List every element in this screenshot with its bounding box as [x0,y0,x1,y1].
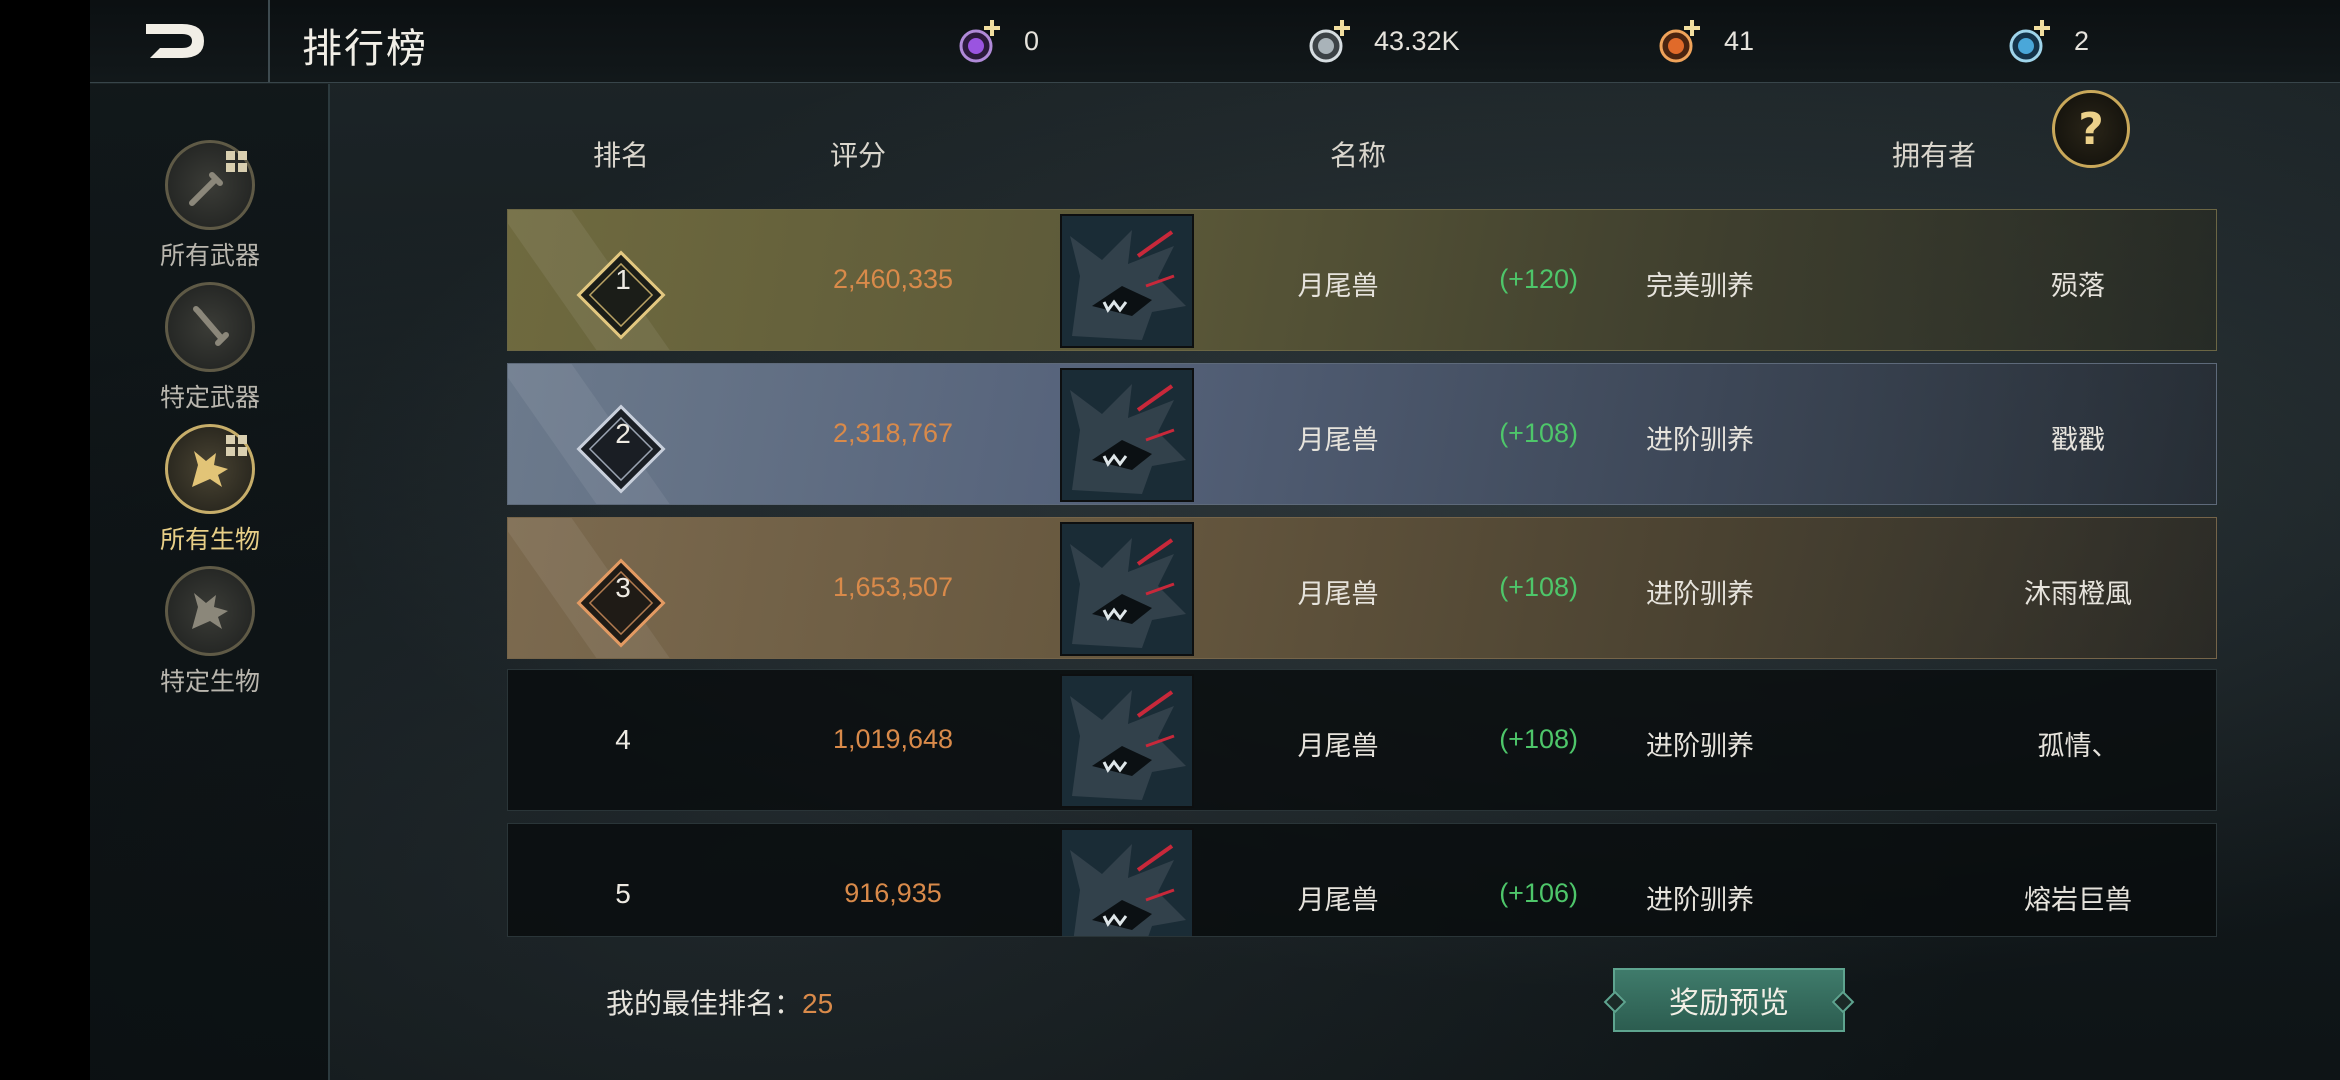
currency-blue-orb: 2 [2008,18,2089,64]
button-ornament-right [1831,990,1855,1014]
sidebar-item-specific-creature[interactable]: 特定生物 [140,566,280,698]
question-mark-icon: ? [2078,103,2104,155]
owner-name: 戳戳 [2051,425,2105,456]
creature-bonus: (+108) [1499,724,1578,754]
wolf-beast-icon [1062,216,1192,346]
rank-number: 5 [615,878,631,909]
sidebar-item-label: 特定武器 [159,383,260,412]
currency-purple-gem: 0 [958,18,1039,64]
header-owner: 拥有者 [1892,139,1977,172]
leaderboard-row[interactable]: 3 1,653,507 月尾兽 (+108) 进阶驯养 沐雨橙風 [507,517,2217,659]
score-value: 916,935 [844,878,942,908]
sword-icon [165,282,255,372]
reward-preview-button[interactable]: 奖励预览 [1603,968,1855,1032]
leaderboard-row[interactable]: 4 1,019,648 月尾兽 (+108) 进阶驯养 孤情、 [507,669,2217,811]
best-rank-value: 25 [802,988,834,1019]
currency-value: 41 [1724,25,1755,56]
sidebar-item-specific-weapon[interactable]: 特定武器 [140,282,280,414]
leaderboard-row[interactable]: 2 2,318,767 月尾兽 (+108) 进阶驯养 戳戳 [507,363,2217,505]
page-title: 排行榜 [302,26,428,72]
owner-name: 沐雨橙風 [2024,579,2132,610]
currency-value: 0 [1024,25,1040,56]
creature-name: 月尾兽 [1297,579,1379,610]
creature-bonus: (+108) [1499,418,1578,448]
leaderboard-row[interactable]: 5 916,935 月尾兽 (+106) 进阶驯养 熔岩巨兽 [507,823,2217,937]
beast-icon [165,566,255,656]
sidebar-item-label: 所有生物 [159,525,260,554]
creature-thumbnail[interactable] [1060,214,1194,348]
best-rank-label: 我的最佳排名： [606,987,803,1020]
score-value: 1,653,507 [832,572,954,602]
creature-thumbnail[interactable] [1060,674,1194,808]
topbar-divider [268,0,270,82]
currency-silver-coin: 43.32K [1308,18,1460,64]
back-arrow-icon [146,24,204,58]
wolf-beast-icon [1062,830,1192,936]
top-bar: 排行榜 0 43.32K 41 2 [90,0,2340,83]
creature-thumbnail[interactable] [1060,368,1194,502]
orange-token-add-button[interactable] [1658,18,1702,64]
sidebar-item-all-weapons[interactable]: 所有武器 [140,140,280,272]
wolf-beast-icon [1062,370,1192,500]
button-ornament-left [1603,990,1627,1014]
owner-name: 孤情、 [2037,731,2119,762]
currency-value: 43.32K [1374,25,1460,56]
back-button[interactable] [142,16,212,66]
header-name: 名称 [1330,139,1387,172]
creature-name: 月尾兽 [1297,425,1379,456]
rank-number: 2 [615,418,631,449]
currency-value: 2 [2074,25,2090,56]
game-screen: 排行榜 0 43.32K 41 2 所有武器 特定武器 所有生物 特定生物 ? … [90,0,2340,1080]
owner-name: 殒落 [2051,271,2105,302]
score-value: 2,460,335 [832,264,954,294]
silver-coin-icon [1309,20,1350,63]
rank-number: 4 [615,724,631,755]
tame-level: 进阶驯养 [1646,579,1754,610]
creature-bonus: (+108) [1499,572,1578,602]
best-rank: 我的最佳排名：25 [606,982,833,1022]
tame-level: 进阶驯养 [1646,425,1754,456]
purple-gem-icon [959,20,1000,63]
currency-orange-token: 41 [1658,18,1754,64]
sidebar-item-all-creatures[interactable]: 所有生物 [140,424,280,556]
tame-level: 进阶驯养 [1646,731,1754,762]
owner-name: 熔岩巨兽 [2024,885,2132,916]
header-rank: 排名 [593,139,650,172]
sidebar-item-label: 所有武器 [159,241,260,270]
purple-gem-add-button[interactable] [958,18,1002,64]
creature-bonus: (+120) [1499,264,1578,294]
blue-orb-icon [2009,20,2050,63]
orange-token-icon [1659,20,1700,63]
sword-grid-icon [165,140,255,230]
beast-grid-icon [165,424,255,514]
score-value: 1,019,648 [832,724,954,754]
sidebar-item-label: 特定生物 [159,667,260,696]
silver-coin-add-button[interactable] [1308,18,1352,64]
creature-bonus: (+106) [1499,878,1578,908]
tame-level: 进阶驯养 [1646,885,1754,916]
header-score: 评分 [830,139,887,172]
reward-preview-label: 奖励预览 [1669,986,1789,1021]
creature-thumbnail[interactable] [1060,828,1194,936]
creature-name: 月尾兽 [1297,885,1379,916]
help-button[interactable]: ? [2052,90,2130,168]
score-value: 2,318,767 [832,418,954,448]
tame-level: 完美驯养 [1646,271,1754,302]
wolf-beast-icon [1062,524,1192,654]
creature-name: 月尾兽 [1297,731,1379,762]
leaderboard-row[interactable]: 1 2,460,335 月尾兽 (+120) 完美驯养 殒落 [507,209,2217,351]
blue-orb-add-button[interactable] [2008,18,2052,64]
creature-thumbnail[interactable] [1060,522,1194,656]
rank-number: 1 [615,264,631,295]
category-sidebar: 所有武器 特定武器 所有生物 特定生物 [90,84,330,1080]
wolf-beast-icon [1062,676,1192,806]
creature-name: 月尾兽 [1297,271,1379,302]
rank-number: 3 [615,572,631,603]
